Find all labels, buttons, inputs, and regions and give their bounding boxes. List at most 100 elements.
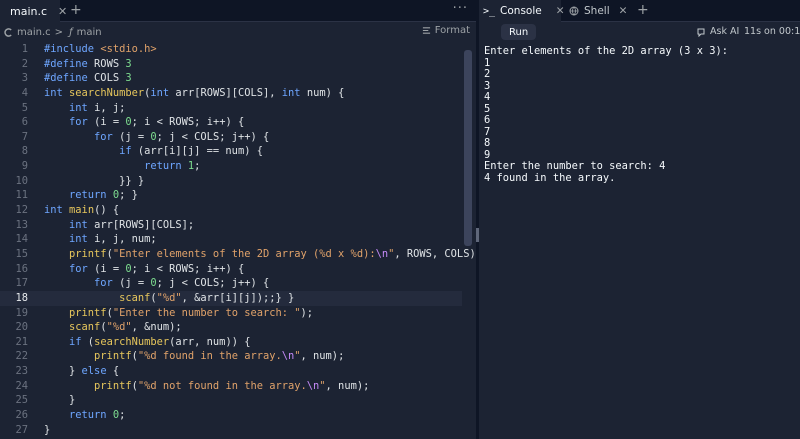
code-text: } else {: [44, 365, 120, 378]
code-text: return 1;: [144, 160, 201, 173]
code-text: printf("%d not found in the array.\n", n…: [94, 379, 370, 392]
line-number: 22: [15, 350, 28, 363]
add-tab-icon[interactable]: +: [637, 2, 649, 18]
code-line[interactable]: 23 } else {: [0, 364, 462, 379]
code-line[interactable]: 27}: [0, 423, 462, 438]
c-file-icon: [4, 27, 12, 37]
code-line[interactable]: 1 #include <stdio.h>: [0, 42, 462, 57]
shell-globe-icon: [569, 6, 579, 16]
close-icon[interactable]: ✕: [58, 5, 67, 18]
code-line[interactable]: 13 int arr[ROWS][COLS];: [0, 218, 462, 233]
console-line: 3: [484, 79, 491, 92]
line-number: 2: [21, 57, 28, 70]
console-line: 8: [484, 137, 491, 149]
code-line[interactable]: 25 }: [0, 393, 462, 408]
code-line[interactable]: 11 return 0; }: [0, 188, 462, 203]
code-line[interactable]: 18 scanf("%d", &arr[i][j]);;} }: [0, 290, 462, 306]
breadcrumb: main.c > ƒ main Format: [0, 22, 476, 42]
code-line[interactable]: 5 int i, j;: [0, 101, 462, 116]
code-text: for (j = 0; j < COLS; j++) {: [94, 277, 270, 290]
add-tab-icon[interactable]: +: [70, 2, 82, 18]
format-label: Format: [434, 25, 470, 36]
console-line: 4: [484, 91, 491, 103]
line-number: 8: [21, 145, 28, 158]
console-toolbar: Run Ask AI 11s on 00:17:4: [479, 22, 800, 42]
line-number: 24: [15, 379, 28, 392]
tab-shell[interactable]: Shell ✕: [569, 0, 627, 22]
code-line[interactable]: 4 int searchNumber(int arr[ROWS][COLS], i…: [0, 86, 462, 101]
tab-main-c[interactable]: main.c ✕: [0, 0, 67, 22]
ask-ai-icon: [697, 28, 705, 37]
code-line[interactable]: 14 int i, j, num;: [0, 232, 462, 247]
close-icon[interactable]: ✕: [556, 5, 565, 17]
code-text: int searchNumber(int arr[ROWS][COLS], in…: [44, 86, 345, 99]
breadcrumb-separator: >: [54, 26, 64, 38]
editor-pane: main.c ✕ + ··· main.c > ƒ main Format 1 #…: [0, 0, 482, 439]
format-button[interactable]: Format: [422, 25, 470, 36]
code-text: scanf("%d", &arr[i][j]);;} }: [119, 291, 295, 304]
tab-console-label: Console: [500, 5, 542, 17]
line-number: 25: [15, 394, 28, 407]
tab-label: main.c: [10, 4, 48, 18]
code-text: #define ROWS 3: [44, 57, 132, 70]
more-options-icon[interactable]: ···: [453, 1, 468, 16]
code-line[interactable]: 2 #define ROWS 3: [0, 57, 462, 72]
line-number: 3: [21, 72, 28, 85]
code-line[interactable]: 26 return 0;: [0, 408, 462, 423]
console-line: 2: [484, 68, 491, 80]
code-line[interactable]: 21 if (searchNumber(arr, num)) {: [0, 335, 462, 350]
line-number: 15: [15, 247, 28, 260]
line-number: 17: [15, 277, 28, 290]
breadcrumb-function[interactable]: main: [77, 27, 102, 38]
code-line[interactable]: 22 printf("%d found in the array.\n", nu…: [0, 349, 462, 364]
console-line: 1: [484, 56, 491, 69]
code-line[interactable]: 17 for (j = 0; j < COLS; j++) {: [0, 276, 462, 291]
code-line[interactable]: 15 printf("Enter elements of the 2D arra…: [0, 247, 481, 262]
line-number: 16: [15, 262, 28, 275]
breadcrumb-file[interactable]: main.c: [17, 27, 51, 38]
ask-ai-label: Ask AI: [710, 26, 740, 37]
line-number: 18: [15, 291, 28, 304]
console-line: Enter the number to search: 4: [484, 160, 666, 172]
line-number: 19: [15, 306, 28, 319]
code-text: int main() {: [44, 204, 120, 217]
close-icon[interactable]: ✕: [619, 5, 628, 17]
code-line[interactable]: 12 int main() {: [0, 203, 462, 218]
code-line[interactable]: 19 printf("Enter the number to search: "…: [0, 306, 462, 321]
code-editor[interactable]: 1 #include <stdio.h> 2 #define ROWS 3 3 #defi…: [0, 42, 482, 438]
code-line[interactable]: 3 #define COLS 3: [0, 71, 462, 86]
line-number: 13: [15, 218, 28, 231]
code-text: #include <stdio.h>: [44, 43, 157, 55]
editor-scrollbar[interactable]: [464, 50, 472, 246]
format-icon: [422, 27, 430, 34]
code-line[interactable]: 10 }} }: [0, 174, 462, 189]
code-line[interactable]: 16 for (i = 0; i < ROWS; i++) {: [0, 262, 462, 277]
code-line[interactable]: 7 for (j = 0; j < COLS; j++) {: [0, 130, 462, 145]
line-number: 6: [21, 116, 28, 129]
code-text: #define COLS 3: [44, 72, 132, 85]
line-number: 9: [21, 160, 28, 173]
code-text: for (j = 0; j < COLS; j++) {: [94, 130, 270, 143]
line-number: 20: [15, 321, 28, 334]
run-button[interactable]: Run: [501, 24, 537, 40]
code-text: }} }: [44, 174, 145, 187]
code-line[interactable]: 9 return 1;: [0, 159, 462, 174]
console-icon: >_: [483, 5, 496, 17]
code-text: printf("%d found in the array.\n", num);: [94, 350, 345, 363]
code-text: int i, j, num;: [69, 233, 157, 246]
code-line[interactable]: 20 scanf("%d", &num);: [0, 320, 462, 335]
code-text: }: [44, 394, 76, 407]
ask-ai-button[interactable]: Ask AI: [696, 26, 739, 37]
code-line[interactable]: 8 if (arr[i][j] == num) {: [0, 144, 462, 159]
editor-tab-bar: main.c ✕ + ···: [0, 0, 476, 22]
code-text: printf("Enter elements of the 2D array (…: [69, 247, 482, 260]
tab-shell-label: Shell: [584, 5, 610, 17]
line-number: 11: [15, 189, 28, 202]
tab-console[interactable]: >_ Console ✕: [479, 0, 565, 22]
code-line[interactable]: 6 for (i = 0; i < ROWS; i++) {: [0, 115, 462, 130]
console-output[interactable]: Enter elements of the 2D array (3 x 3): 1…: [484, 45, 728, 184]
code-line[interactable]: 24 printf("%d not found in the array.\n"…: [0, 379, 462, 394]
line-number: 23: [15, 365, 28, 378]
code-text: scanf("%d", &num);: [69, 321, 182, 334]
line-number: 5: [21, 101, 28, 114]
